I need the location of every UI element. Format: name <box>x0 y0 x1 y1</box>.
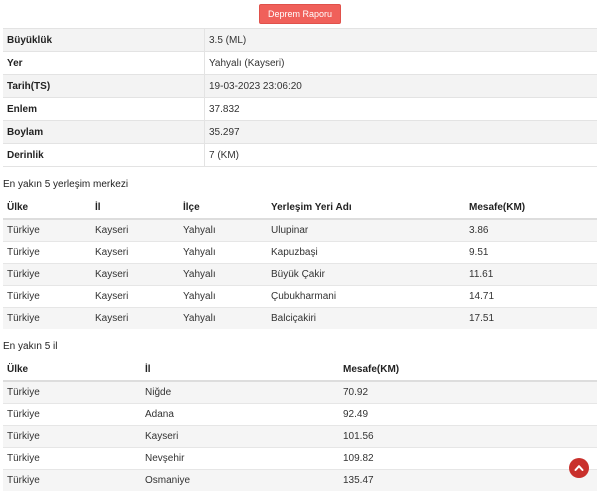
cell-province: Kayseri <box>91 242 179 264</box>
cell-district: Yahyalı <box>179 264 267 286</box>
settlements-table: Ülke İl İlçe Yerleşim Yeri Adı Mesafe(KM… <box>3 196 597 329</box>
detail-value: Yahyalı (Kayseri) <box>205 52 598 75</box>
provinces-section-title: En yakın 5 il <box>3 341 600 352</box>
table-row: Türkiye Kayseri Yahyalı Çubukharmani 14.… <box>3 286 597 308</box>
cell-country: Türkiye <box>3 219 91 242</box>
detail-row-magnitude: Büyüklük 3.5 (ML) <box>3 29 597 52</box>
detail-value: 19-03-2023 23:06:20 <box>205 75 598 98</box>
cell-province: Kayseri <box>91 219 179 242</box>
column-header-settlement: Yerleşim Yeri Adı <box>267 196 465 219</box>
detail-row-date: Tarih(TS) 19-03-2023 23:06:20 <box>3 75 597 98</box>
cell-distance: 14.71 <box>465 286 597 308</box>
cell-country: Türkiye <box>3 404 141 426</box>
cell-district: Yahyalı <box>179 242 267 264</box>
detail-label: Tarih(TS) <box>3 75 205 98</box>
earthquake-report-button[interactable]: Deprem Raporu <box>259 4 341 24</box>
detail-value: 3.5 (ML) <box>205 29 598 52</box>
earthquake-details-table: Büyüklük 3.5 (ML) Yer Yahyalı (Kayseri) … <box>3 28 597 167</box>
cell-province: Nevşehir <box>141 448 339 470</box>
detail-row-longitude: Boylam 35.297 <box>3 121 597 144</box>
table-row: Türkiye Kayseri 101.56 <box>3 426 597 448</box>
cell-settlement: Kapuzbaşi <box>267 242 465 264</box>
cell-distance: 135.47 <box>339 470 597 491</box>
column-header-district: İlçe <box>179 196 267 219</box>
detail-label: Yer <box>3 52 205 75</box>
cell-settlement: Büyük Çakir <box>267 264 465 286</box>
column-header-distance: Mesafe(KM) <box>465 196 597 219</box>
cell-distance: 9.51 <box>465 242 597 264</box>
detail-value: 35.297 <box>205 121 598 144</box>
table-header-row: Ülke İl İlçe Yerleşim Yeri Adı Mesafe(KM… <box>3 196 597 219</box>
table-row: Türkiye Kayseri Yahyalı Kapuzbaşi 9.51 <box>3 242 597 264</box>
table-row: Türkiye Osmaniye 135.47 <box>3 470 597 491</box>
cell-distance: 17.51 <box>465 308 597 330</box>
cell-province: Kayseri <box>91 286 179 308</box>
table-header-row: Ülke İl Mesafe(KM) <box>3 358 597 381</box>
cell-country: Türkiye <box>3 264 91 286</box>
table-row: Türkiye Kayseri Yahyalı Ulupinar 3.86 <box>3 219 597 242</box>
provinces-table: Ülke İl Mesafe(KM) Türkiye Niğde 70.92 T… <box>3 358 597 491</box>
column-header-country: Ülke <box>3 196 91 219</box>
cell-country: Türkiye <box>3 426 141 448</box>
cell-district: Yahyalı <box>179 308 267 330</box>
header-bar: Deprem Raporu <box>0 0 600 28</box>
detail-label: Derinlik <box>3 144 205 167</box>
detail-value: 7 (KM) <box>205 144 598 167</box>
cell-settlement: Balciçakiri <box>267 308 465 330</box>
table-row: Türkiye Niğde 70.92 <box>3 381 597 404</box>
cell-district: Yahyalı <box>179 286 267 308</box>
cell-country: Türkiye <box>3 308 91 330</box>
detail-label: Büyüklük <box>3 29 205 52</box>
cell-province: Osmaniye <box>141 470 339 491</box>
scroll-to-top-button[interactable] <box>569 458 589 478</box>
detail-label: Enlem <box>3 98 205 121</box>
column-header-country: Ülke <box>3 358 141 381</box>
cell-distance: 109.82 <box>339 448 597 470</box>
table-row: Türkiye Adana 92.49 <box>3 404 597 426</box>
cell-country: Türkiye <box>3 470 141 491</box>
column-header-province: İl <box>141 358 339 381</box>
cell-country: Türkiye <box>3 286 91 308</box>
cell-province: Adana <box>141 404 339 426</box>
cell-distance: 70.92 <box>339 381 597 404</box>
settlements-section-title: En yakın 5 yerleşim merkezi <box>3 179 600 190</box>
detail-label: Boylam <box>3 121 205 144</box>
detail-value: 37.832 <box>205 98 598 121</box>
cell-distance: 3.86 <box>465 219 597 242</box>
detail-row-depth: Derinlik 7 (KM) <box>3 144 597 167</box>
column-header-distance: Mesafe(KM) <box>339 358 597 381</box>
cell-country: Türkiye <box>3 381 141 404</box>
table-row: Türkiye Kayseri Yahyalı Büyük Çakir 11.6… <box>3 264 597 286</box>
cell-distance: 101.56 <box>339 426 597 448</box>
table-row: Türkiye Kayseri Yahyalı Balciçakiri 17.5… <box>3 308 597 330</box>
cell-country: Türkiye <box>3 242 91 264</box>
chevron-up-icon <box>574 463 584 473</box>
column-header-province: İl <box>91 196 179 219</box>
detail-row-location: Yer Yahyalı (Kayseri) <box>3 52 597 75</box>
table-row: Türkiye Nevşehir 109.82 <box>3 448 597 470</box>
cell-distance: 11.61 <box>465 264 597 286</box>
cell-province: Niğde <box>141 381 339 404</box>
cell-district: Yahyalı <box>179 219 267 242</box>
cell-province: Kayseri <box>91 264 179 286</box>
cell-country: Türkiye <box>3 448 141 470</box>
cell-province: Kayseri <box>91 308 179 330</box>
detail-row-latitude: Enlem 37.832 <box>3 98 597 121</box>
cell-distance: 92.49 <box>339 404 597 426</box>
cell-settlement: Ulupinar <box>267 219 465 242</box>
cell-province: Kayseri <box>141 426 339 448</box>
cell-settlement: Çubukharmani <box>267 286 465 308</box>
